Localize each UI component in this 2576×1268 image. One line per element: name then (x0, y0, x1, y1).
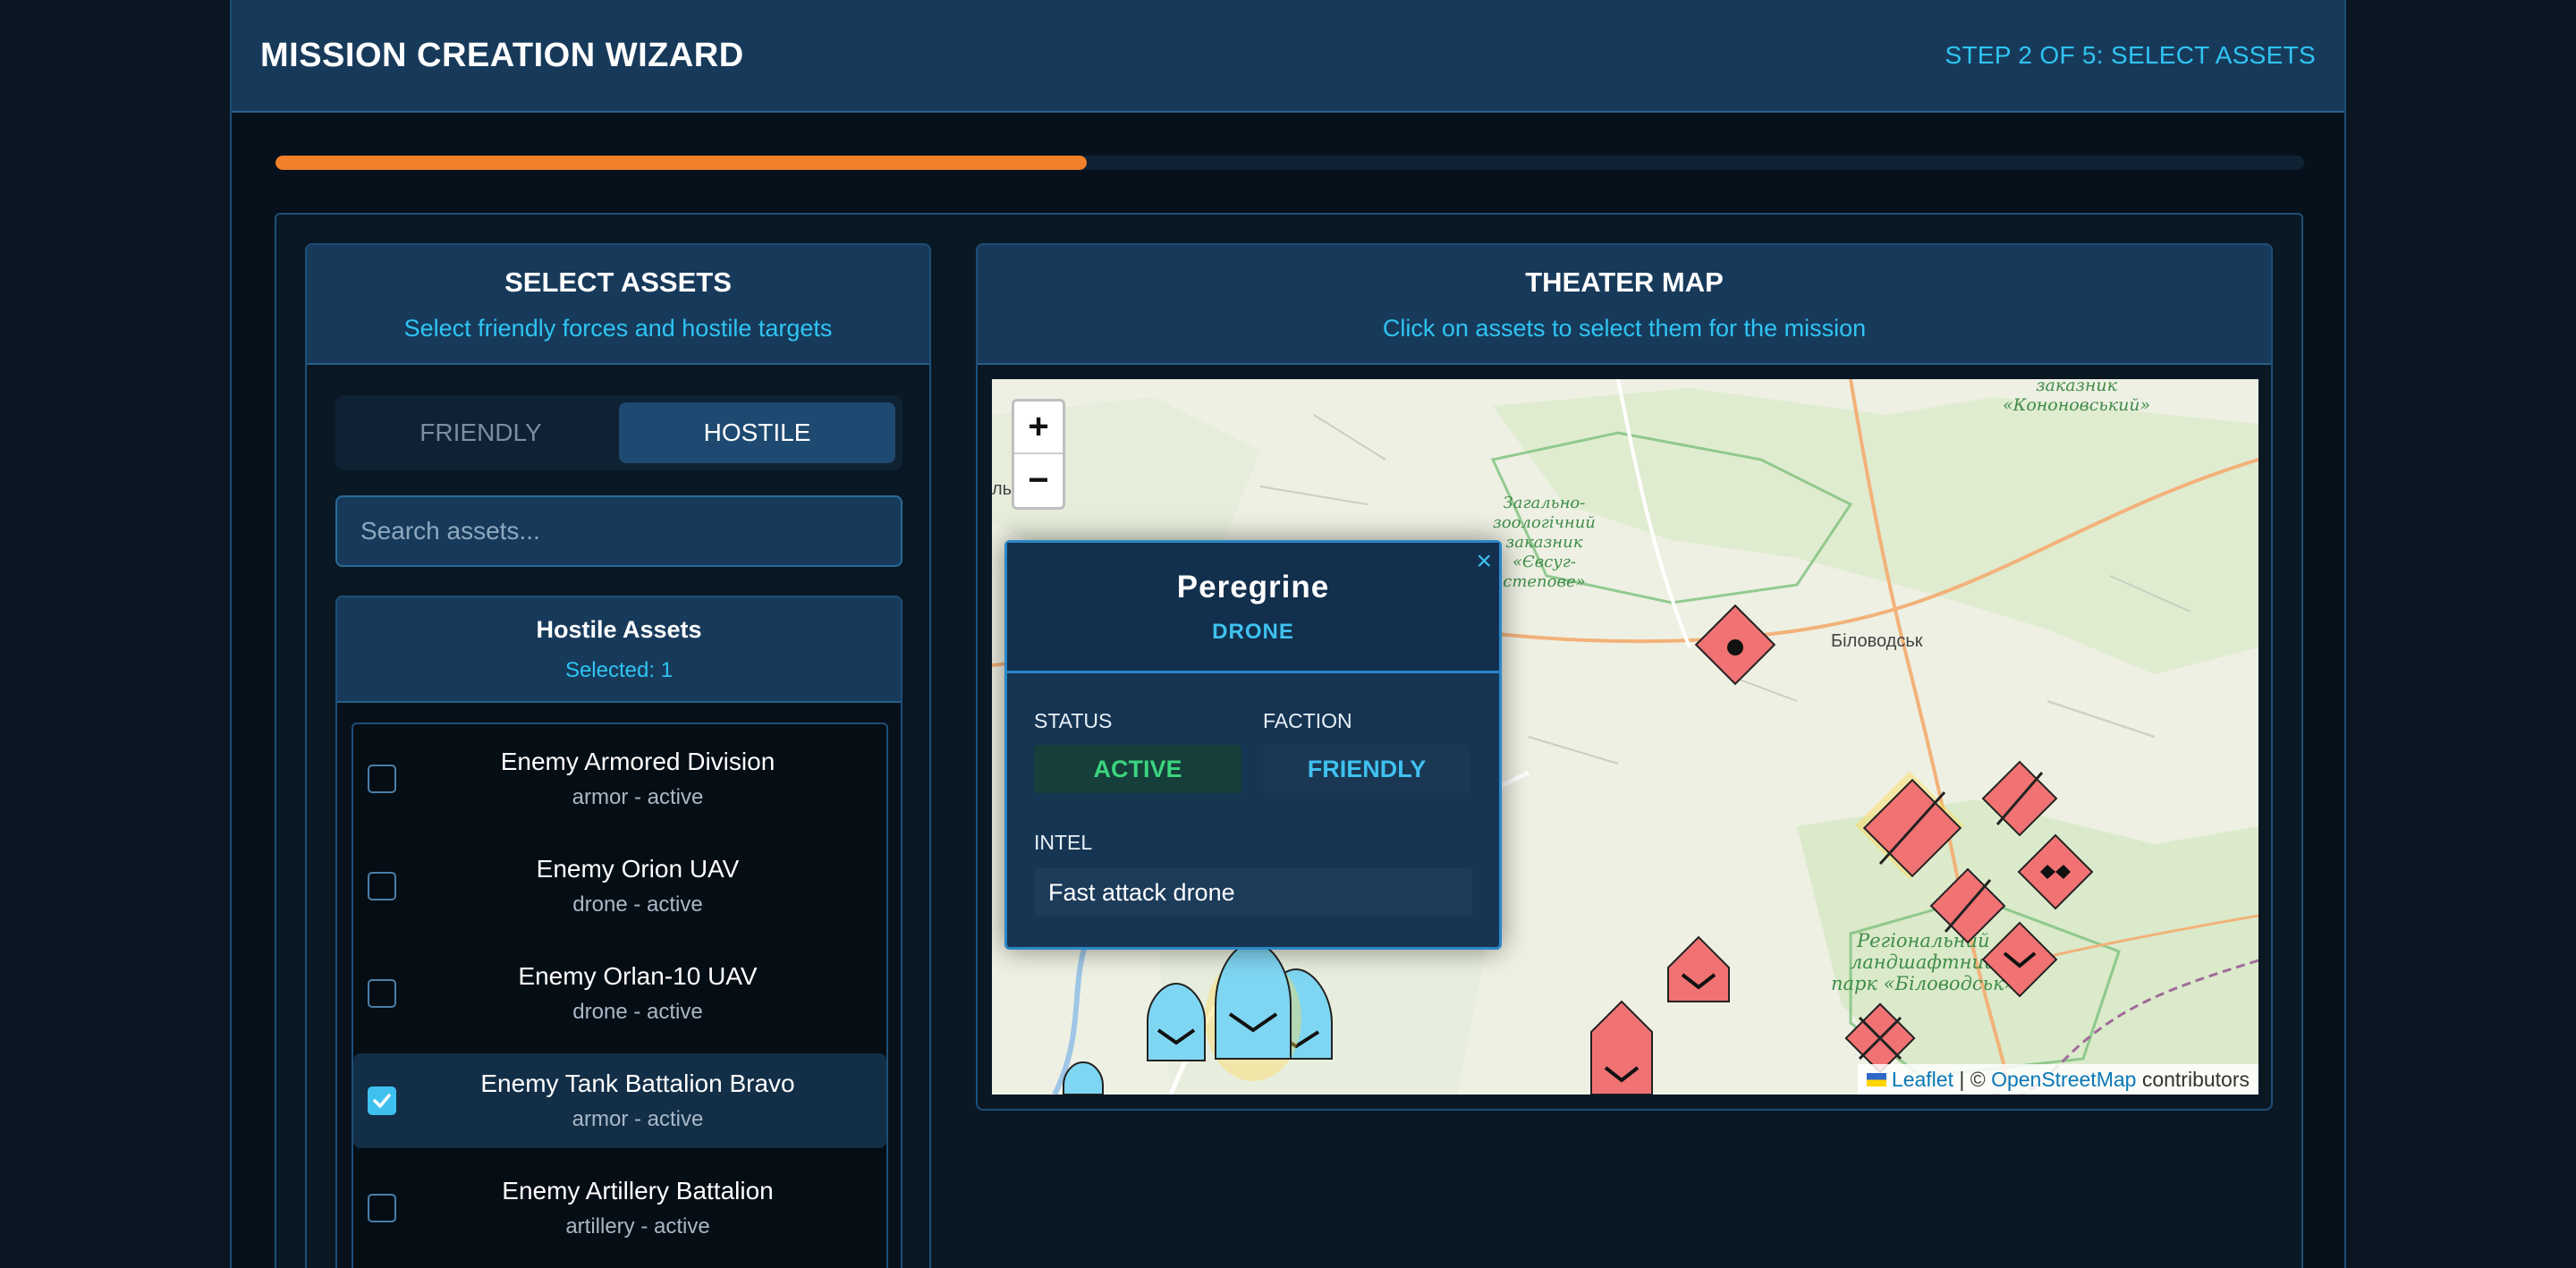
assets-panel-header: SELECT ASSETS Select friendly forces and… (307, 245, 929, 365)
map-panel-header: THEATER MAP Click on assets to select th… (978, 245, 2271, 365)
hostile-assets-title: Hostile Assets (536, 615, 702, 643)
close-icon[interactable]: × (1476, 546, 1492, 577)
asset-name: Enemy Artillery Battalion (502, 1177, 774, 1205)
asset-checkbox[interactable] (368, 1086, 396, 1115)
search-input[interactable] (335, 495, 902, 567)
asset-popup: × Peregrine DRONE STATUS ACTIVE FACTION … (1004, 540, 1502, 950)
asset-text: Enemy Orion UAV drone - active (353, 855, 886, 917)
zoom-control: + − (1012, 399, 1065, 510)
list-item[interactable]: Enemy Orion UAV drone - active (353, 839, 886, 934)
asset-name: Enemy Armored Division (500, 748, 775, 775)
asset-checkbox[interactable] (368, 1194, 396, 1222)
list-item[interactable]: Enemy Artillery Battalion artillery - ac… (353, 1161, 886, 1255)
hostile-marker[interactable] (1844, 1002, 1916, 1074)
friendly-marker[interactable] (1147, 982, 1206, 1061)
asset-name: Enemy Tank Battalion Bravo (480, 1069, 795, 1097)
attribution-suffix: contributors (2136, 1067, 2250, 1091)
intel-value: Fast attack drone (1034, 868, 1472, 917)
hostile-assets-header: Hostile Assets Selected: 1 (337, 597, 901, 703)
hostile-drone-marker[interactable] (1590, 1000, 1653, 1095)
checkmark-icon (373, 1094, 391, 1108)
popup-title: Peregrine (1176, 569, 1330, 604)
list-item[interactable]: Enemy Tank Battalion Bravo armor - activ… (353, 1053, 886, 1148)
asset-text: Enemy Tank Battalion Bravo armor - activ… (353, 1069, 886, 1132)
hostile-marker[interactable] (1981, 760, 2058, 837)
leaflet-link[interactable]: Leaflet (1892, 1068, 1953, 1092)
asset-meta: armor - active (572, 1107, 704, 1131)
wizard-header: MISSION CREATION WIZARD STEP 2 OF 5: SEL… (232, 0, 2344, 113)
asset-meta: artillery - active (565, 1214, 710, 1238)
hostile-marker[interactable] (1929, 867, 2006, 944)
asset-checkbox[interactable] (368, 872, 396, 900)
wizard-step-indicator: STEP 2 OF 5: SELECT ASSETS (1945, 41, 2316, 69)
theater-map[interactable]: Загально- зоологічний заказник «Євсуг- с… (992, 379, 2258, 1095)
faction-badge: FRIENDLY (1263, 745, 1470, 793)
assets-panel-subtitle: Select friendly forces and hostile targe… (403, 314, 833, 342)
selected-count: Selected: 1 (564, 657, 674, 682)
popup-asset-type: DRONE (1212, 619, 1294, 644)
wizard-progress-fill (275, 156, 1088, 170)
tab-friendly[interactable]: FRIENDLY (343, 402, 619, 463)
faction-label: FACTION (1263, 709, 1352, 732)
list-item[interactable]: Enemy Armored Division armor - active (353, 731, 886, 826)
theater-map-panel: THEATER MAP Click on assets to select th… (976, 243, 2273, 1111)
hostile-marker[interactable] (1694, 604, 1776, 686)
status-label: STATUS (1034, 709, 1113, 732)
zoom-in-button[interactable]: + (1014, 402, 1063, 454)
map-attribution: Leaflet | © OpenStreetMap contributors (1857, 1064, 2258, 1095)
popup-header: Peregrine DRONE (1007, 543, 1499, 673)
map-panel-subtitle: Click on assets to select them for the m… (1382, 314, 1867, 342)
friendly-marker[interactable] (1063, 1061, 1104, 1095)
ukraine-flag-icon (1866, 1072, 1886, 1086)
mission-wizard: MISSION CREATION WIZARD STEP 2 OF 5: SEL… (230, 0, 2346, 1268)
asset-text: Enemy Orlan-10 UAV drone - active (353, 962, 886, 1025)
asset-meta: drone - active (572, 1000, 703, 1024)
hostile-assets-box: Hostile Assets Selected: 1 Enemy Armored… (335, 596, 902, 1268)
asset-name: Enemy Orion UAV (536, 855, 740, 883)
attribution-separator: | © (1953, 1067, 1992, 1091)
asset-checkbox[interactable] (368, 765, 396, 793)
select-assets-panel: SELECT ASSETS Select friendly forces and… (305, 243, 931, 1268)
map-panel-title: THEATER MAP (1525, 266, 1724, 298)
asset-checkbox[interactable] (368, 979, 396, 1008)
tab-hostile[interactable]: HOSTILE (619, 402, 895, 463)
asset-text: Enemy Armored Division armor - active (353, 748, 886, 810)
osm-link[interactable]: OpenStreetMap (1991, 1068, 2136, 1092)
friendly-marker-highlighted[interactable] (1205, 941, 1301, 1081)
intel-label: INTEL (1034, 831, 1093, 854)
list-item[interactable]: Enemy Orlan-10 UAV drone - active (353, 946, 886, 1041)
wizard-progress-bar (275, 156, 2304, 170)
asset-list[interactable]: Enemy Armored Division armor - active En… (352, 723, 888, 1268)
assets-panel-title: SELECT ASSETS (504, 266, 732, 298)
asset-text: Enemy Artillery Battalion artillery - ac… (353, 1177, 886, 1239)
hostile-marker-highlighted[interactable] (1855, 771, 1964, 880)
zoom-out-button[interactable]: − (1014, 454, 1063, 507)
asset-meta: drone - active (572, 892, 703, 917)
hostile-marker[interactable] (1981, 921, 2058, 998)
faction-toggle: FRIENDLY HOSTILE (335, 395, 902, 470)
hostile-drone-marker[interactable] (1667, 935, 1730, 1002)
asset-name: Enemy Orlan-10 UAV (518, 962, 758, 990)
status-badge: ACTIVE (1034, 745, 1241, 793)
wizard-title: MISSION CREATION WIZARD (260, 36, 744, 74)
asset-meta: armor - active (572, 785, 704, 809)
hostile-marker[interactable] (2017, 833, 2094, 910)
